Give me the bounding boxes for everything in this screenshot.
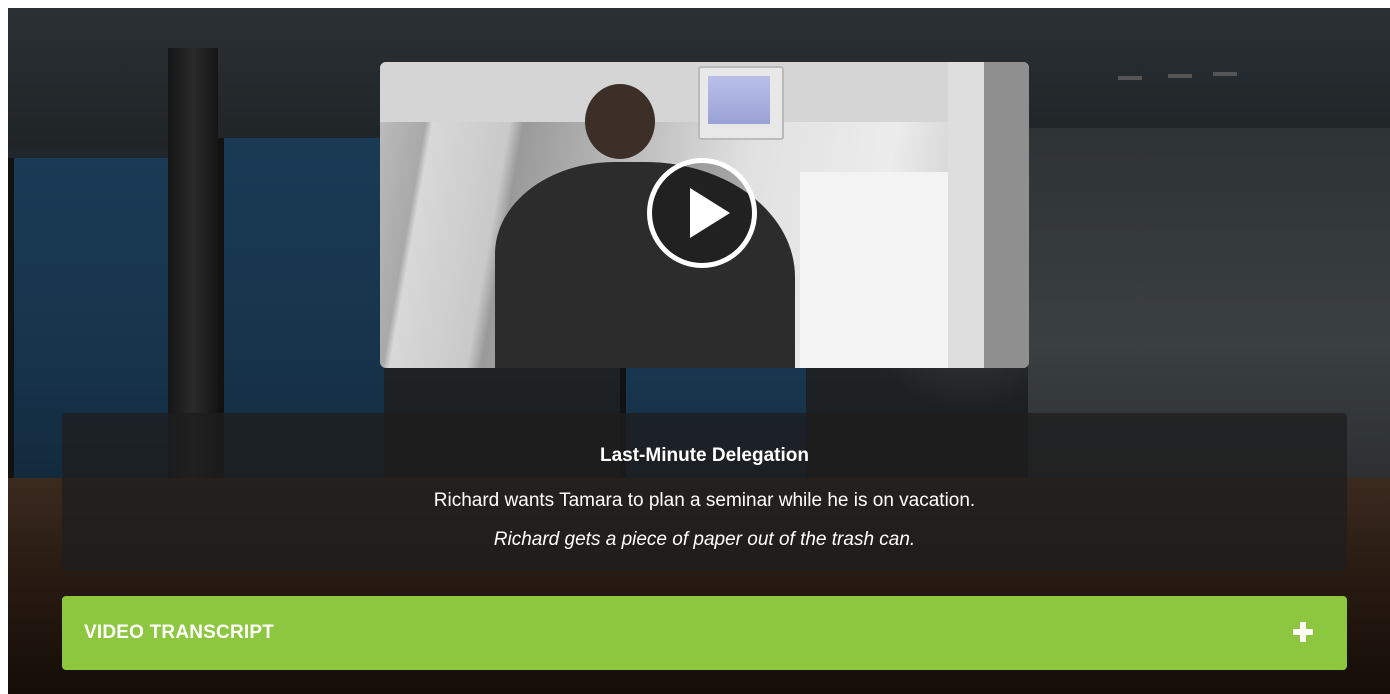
video-player[interactable] [380, 62, 1029, 368]
video-transcript-toggle[interactable]: VIDEO TRANSCRIPT [62, 596, 1347, 670]
background-ceiling-light [1168, 74, 1192, 78]
play-icon [690, 188, 730, 238]
video-caption-panel: Last-Minute Delegation Richard wants Tam… [62, 413, 1347, 571]
video-thumbnail-screen [708, 76, 770, 124]
video-thumbnail-desk [800, 172, 950, 368]
plus-icon[interactable] [1293, 622, 1313, 642]
video-thumbnail-monitor [698, 66, 784, 140]
play-button[interactable] [647, 158, 757, 268]
video-scene-note: Richard gets a piece of paper out of the… [493, 529, 916, 550]
video-description: Richard wants Tamara to plan a seminar w… [433, 490, 976, 511]
video-thumbnail-pillar [948, 62, 984, 368]
video-transcript-label: VIDEO TRANSCRIPT [84, 622, 275, 643]
video-title: Last-Minute Delegation [599, 445, 809, 466]
background-ceiling-light [1213, 72, 1237, 76]
background-ceiling-light [1118, 76, 1142, 80]
video-thumbnail-person-head [585, 84, 655, 159]
video-thumbnail-edge [984, 62, 1029, 368]
page-stage: Last-Minute Delegation Richard wants Tam… [8, 8, 1390, 694]
